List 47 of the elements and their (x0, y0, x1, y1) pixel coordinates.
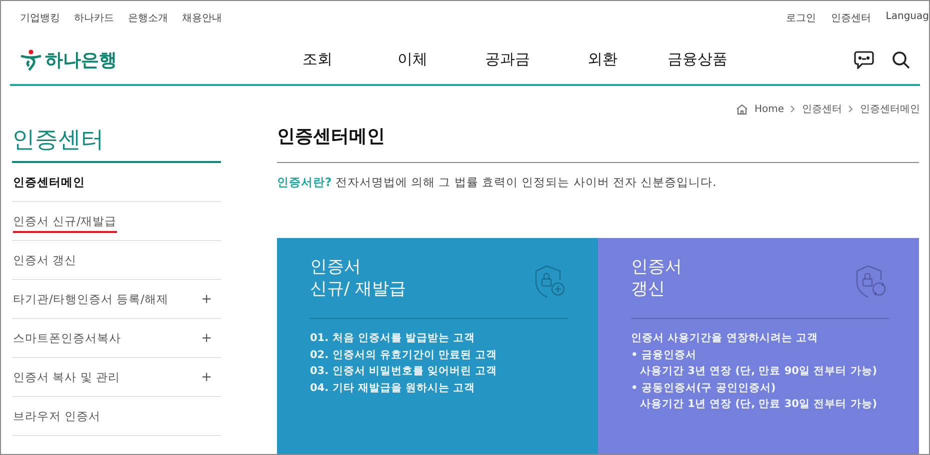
utility-link[interactable]: 하나카드 (74, 11, 114, 35)
utility-link[interactable]: 기업뱅킹 (20, 11, 60, 35)
nav-item[interactable]: 조회 (270, 50, 365, 69)
search-icon[interactable] (892, 50, 910, 68)
sidebar-item[interactable]: 브라우저 인증서 (12, 397, 221, 436)
card-line: 02. 인증서의 유효기간이 만료된 고객 (310, 348, 498, 362)
service-card[interactable]: 인증서 갱신 인증서 사용기간을 연장하시려는 고객 • 금융인증서 사용기간 3년 연장 (단, 만료 90일 전부터 가능) • 공동인증서(구 공인인증서) 사용기간 1년 연장 (단, 만료 30일 전부터 가능) (598, 238, 919, 454)
intro-text: 인증서란? 전자서명법에 의해 그 법률 효력이 인정되는 사이버 전자 신분증입니다. (277, 175, 718, 190)
chevron-icon (848, 105, 854, 113)
sidebar-item[interactable]: 인증서 갱신 (12, 241, 221, 280)
account-link[interactable]: Languag (886, 11, 929, 35)
utility-link[interactable]: 은행소개 (128, 11, 168, 35)
utility-link[interactable]: 채용안내 (182, 11, 222, 35)
card-title: 인증서 갱신 (631, 256, 682, 300)
card-line: 사용기간 3년 연장 (단, 만료 90일 전부터 가능) (639, 364, 878, 378)
breadcrumb-link[interactable]: 인증센터메인 (860, 102, 920, 116)
chat-icon[interactable] (854, 50, 874, 68)
card-line: • 공동인증서(구 공인인증서) (631, 380, 777, 395)
breadcrumb-link[interactable]: Home (754, 104, 784, 114)
nav-item[interactable]: 이체 (365, 50, 460, 69)
sidebar-item[interactable]: 타기관/타행인증서 등록/해제 + (12, 280, 221, 319)
logo-text[interactable]: 하나은행 (45, 48, 117, 72)
card-line: • 금융인증서 (631, 348, 698, 362)
account-link[interactable]: 로그인 (786, 11, 816, 35)
card-line: 04. 기타 재발급을 원하시는 고객 (310, 380, 476, 395)
card-line: 03. 인증서 비밀번호를 잊어버린 고객 (310, 364, 498, 378)
sidebar-item[interactable]: 스마트폰인증서복사 + (12, 319, 221, 358)
sidebar-title: 인증센터 (12, 120, 221, 163)
card-line: 인증서 사용기간을 연장하시려는 고객 (631, 331, 819, 346)
account-link[interactable]: 인증센터 (830, 11, 871, 35)
chevron-icon (790, 105, 796, 113)
card-line: 사용기간 1년 연장 (단, 만료 30일 전부터 가능) (639, 397, 878, 412)
nav-item[interactable]: 금융상품 (650, 50, 745, 69)
nav-item[interactable]: 공과금 (460, 50, 555, 69)
breadcrumb-link[interactable]: 인증센터 (802, 102, 842, 116)
logo-icon (20, 48, 42, 70)
sidebar-item[interactable]: 인증센터메인 (12, 163, 221, 202)
expand-toggle[interactable]: + (201, 370, 212, 384)
card-line: 01. 처음 인증서를 발급받는 고객 (310, 331, 476, 346)
expand-toggle[interactable]: + (201, 330, 212, 346)
nav-item[interactable]: 외환 (555, 50, 650, 69)
page-title: 인증센터메인 (277, 120, 919, 163)
home-icon[interactable] (736, 104, 748, 114)
sidebar-item[interactable]: 인증서 신규/재발급 (12, 202, 221, 241)
sidebar-item[interactable]: 인증서 복사 및 관리 + (12, 358, 221, 397)
card-title: 인증서 신규/ 재발급 (310, 256, 406, 300)
expand-toggle[interactable]: + (201, 292, 212, 306)
